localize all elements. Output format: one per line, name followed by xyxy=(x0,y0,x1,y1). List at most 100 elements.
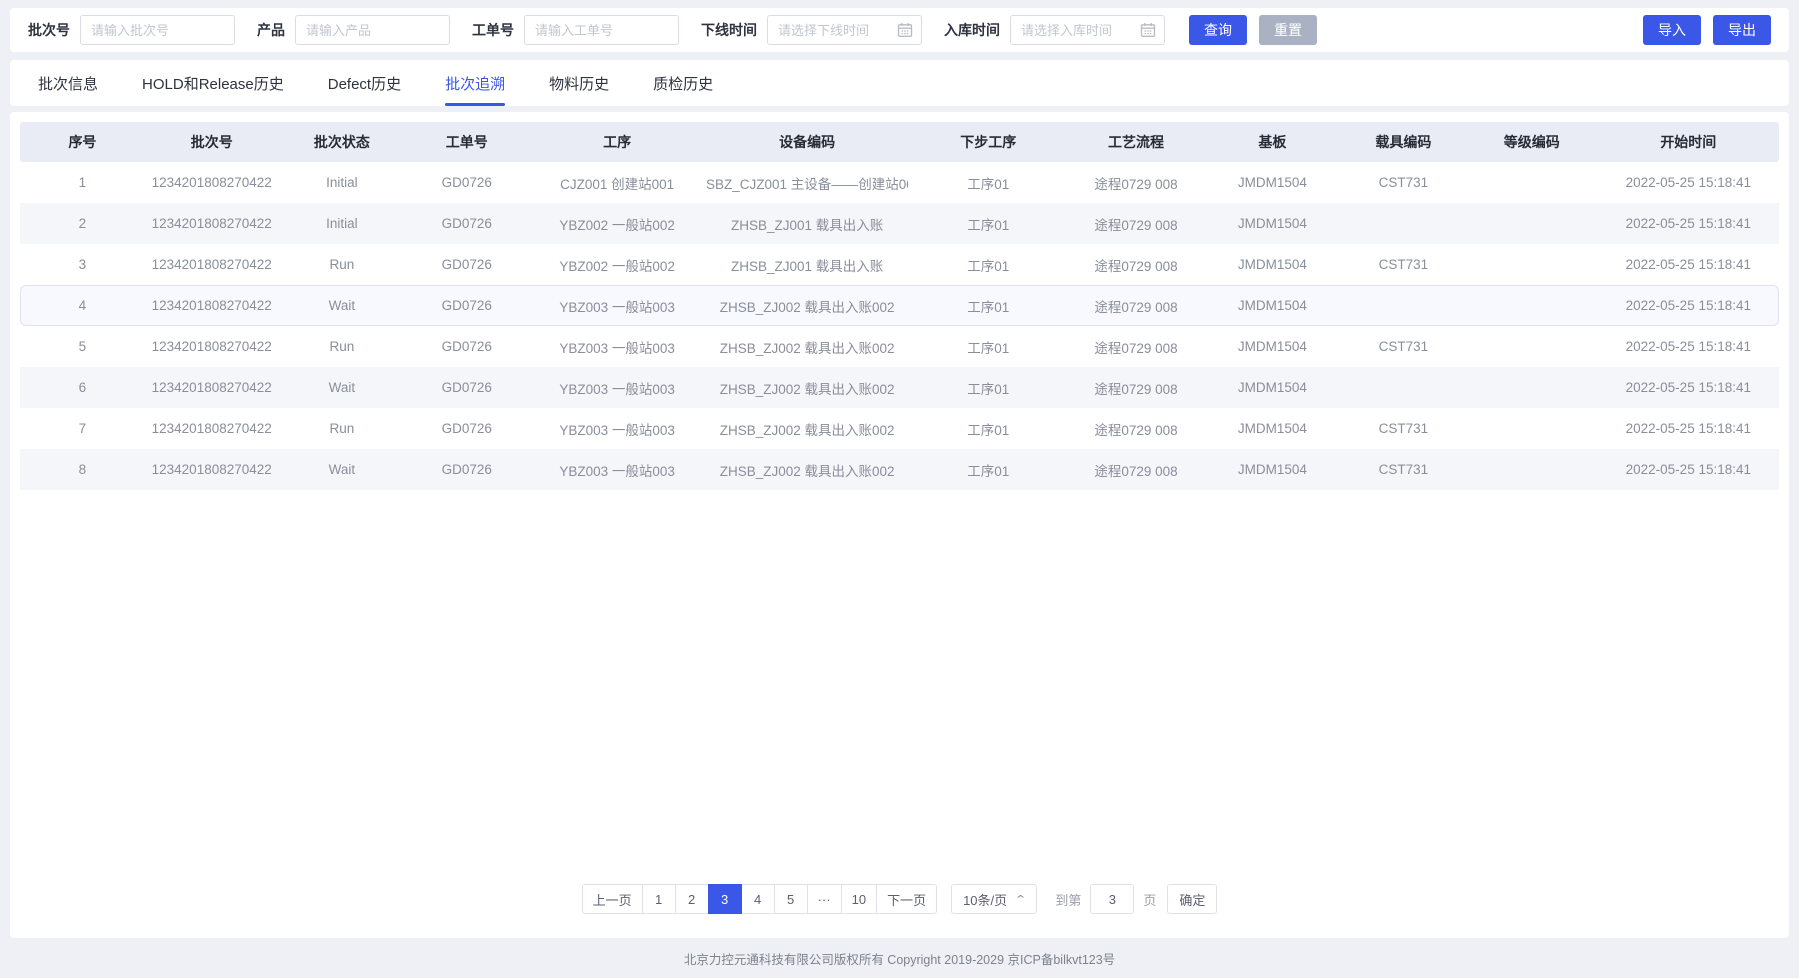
table-cell: 途程0729 008 xyxy=(1068,337,1203,357)
table-cell: 2022-05-25 15:18:41 xyxy=(1598,421,1779,436)
table-cell: 2022-05-25 15:18:41 xyxy=(1598,257,1779,272)
page-button-3[interactable]: 3 xyxy=(708,884,742,914)
filter-field-product: 产品 xyxy=(257,15,450,45)
table-row[interactable]: 31234201808270422RunGD0726YBZ002 一般站002Z… xyxy=(20,244,1779,285)
table-cell: CJZ001 创建站001 xyxy=(528,173,706,193)
tab-hold-release-history[interactable]: HOLD和Release历史 xyxy=(142,60,284,106)
inbound-time-label: 入库时间 xyxy=(944,20,1000,40)
page-button-2[interactable]: 2 xyxy=(675,884,709,914)
more-pages-button[interactable]: ··· xyxy=(807,884,842,914)
table-cell: 工序01 xyxy=(908,378,1068,398)
table-cell: Run xyxy=(279,421,406,436)
tab-batch-info[interactable]: 批次信息 xyxy=(38,60,98,106)
table-cell: 1 xyxy=(20,175,145,190)
table-cell: YBZ003 一般站003 xyxy=(528,460,706,480)
table-cell: GD0726 xyxy=(405,175,528,190)
tab-defect-history[interactable]: Defect历史 xyxy=(328,60,401,106)
tab-bar: 批次信息 HOLD和Release历史 Defect历史批次追溯物料历史质检历史 xyxy=(10,60,1789,106)
column-header: 序号 xyxy=(20,132,145,152)
table-cell: Initial xyxy=(279,175,406,190)
table-cell: 4 xyxy=(20,298,145,313)
page-button-10[interactable]: 10 xyxy=(841,884,877,914)
table-cell: YBZ002 一般站002 xyxy=(528,255,706,275)
table-cell: 工序01 xyxy=(908,337,1068,357)
table-cell: JMDM1504 xyxy=(1204,175,1341,190)
filter-field-batch-no: 批次号 xyxy=(28,15,235,45)
table-cell: ZHSB_ZJ002 载具出入账002 xyxy=(706,460,908,480)
page-button-1[interactable]: 1 xyxy=(642,884,676,914)
table-cell: YBZ003 一般站003 xyxy=(528,337,706,357)
tab-material-history[interactable]: 物料历史 xyxy=(549,60,609,106)
table-cell: 工序01 xyxy=(908,255,1068,275)
table-cell: CST731 xyxy=(1341,421,1466,436)
table-cell: ZHSB_ZJ002 载具出入账002 xyxy=(706,296,908,316)
batch-no-input[interactable] xyxy=(80,15,235,45)
goto-page-input[interactable] xyxy=(1090,884,1134,914)
table-cell: 1234201808270422 xyxy=(145,421,279,436)
table-row[interactable]: 41234201808270422WaitGD0726YBZ003 一般站003… xyxy=(20,285,1779,326)
table-cell: 途程0729 008 xyxy=(1068,460,1203,480)
page-size-select[interactable]: 10条/页 ⌃ xyxy=(951,884,1037,914)
column-header: 批次号 xyxy=(145,132,279,152)
column-header: 工单号 xyxy=(405,132,528,152)
table-cell: Wait xyxy=(279,380,406,395)
table-row[interactable]: 81234201808270422WaitGD0726YBZ003 一般站003… xyxy=(20,449,1779,490)
calendar-icon xyxy=(897,22,913,38)
table-row[interactable]: 21234201808270422InitialGD0726YBZ002 一般站… xyxy=(20,203,1779,244)
reset-button[interactable]: 重置 xyxy=(1259,15,1317,45)
table-cell: 途程0729 008 xyxy=(1068,214,1203,234)
filter-bar: 批次号 产品 工单号 下线时间 入库时间 xyxy=(10,8,1789,52)
import-button[interactable]: 导入 xyxy=(1643,15,1701,45)
table-row[interactable]: 11234201808270422InitialGD0726CJZ001 创建站… xyxy=(20,162,1779,203)
table-header-row: 序号批次号批次状态工单号工序设备编码下步工序工艺流程基板载具编码等级编码开始时间 xyxy=(20,122,1779,162)
next-page-button[interactable]: 下一页 xyxy=(876,884,937,914)
table-cell: Wait xyxy=(279,462,406,477)
table-cell: CST731 xyxy=(1341,462,1466,477)
column-header: 设备编码 xyxy=(706,132,908,152)
table-cell: GD0726 xyxy=(405,298,528,313)
table-cell: YBZ003 一般站003 xyxy=(528,378,706,398)
page-button-5[interactable]: 5 xyxy=(774,884,808,914)
table-row[interactable]: 71234201808270422RunGD0726YBZ003 一般站003Z… xyxy=(20,408,1779,449)
goto-page: 到第 页 确定 xyxy=(1055,884,1217,914)
table-cell: SBZ_CJZ001 主设备——创建站001 xyxy=(706,173,908,193)
table-cell: 工序01 xyxy=(908,214,1068,234)
table-cell: 途程0729 008 xyxy=(1068,173,1203,193)
goto-confirm-button[interactable]: 确定 xyxy=(1167,884,1217,914)
product-input[interactable] xyxy=(295,15,450,45)
column-header: 工艺流程 xyxy=(1068,132,1203,152)
table-cell: GD0726 xyxy=(405,462,528,477)
table-cell: 6 xyxy=(20,380,145,395)
product-label: 产品 xyxy=(257,20,285,40)
tab-batch-trace[interactable]: 批次追溯 xyxy=(445,60,505,106)
search-button[interactable]: 查询 xyxy=(1189,15,1247,45)
table-cell: 2 xyxy=(20,216,145,231)
work-order-label: 工单号 xyxy=(472,20,514,40)
work-order-input[interactable] xyxy=(524,15,679,45)
table-cell: GD0726 xyxy=(405,380,528,395)
table-cell: YBZ002 一般站002 xyxy=(528,214,706,234)
table-cell: Initial xyxy=(279,216,406,231)
chevron-up-icon: ⌃ xyxy=(1014,893,1027,906)
table-cell: GD0726 xyxy=(405,257,528,272)
batch-no-label: 批次号 xyxy=(28,20,70,40)
page-size-label: 10条/页 xyxy=(963,890,1007,909)
table-row[interactable]: 51234201808270422RunGD0726YBZ003 一般站003Z… xyxy=(20,326,1779,367)
table-cell: 1234201808270422 xyxy=(145,257,279,272)
table-cell: CST731 xyxy=(1341,175,1466,190)
page-button-4[interactable]: 4 xyxy=(741,884,775,914)
copyright-footer: 北京力控元通科技有限公司版权所有 Copyright 2019-2029 京IC… xyxy=(0,938,1799,968)
batch-trace-panel: 序号批次号批次状态工单号工序设备编码下步工序工艺流程基板载具编码等级编码开始时间… xyxy=(10,112,1789,938)
export-button[interactable]: 导出 xyxy=(1713,15,1771,45)
column-header: 下步工序 xyxy=(908,132,1068,152)
table-cell: ZHSB_ZJ002 载具出入账002 xyxy=(706,337,908,357)
tab-qc-history[interactable]: 质检历史 xyxy=(653,60,713,106)
table-cell: JMDM1504 xyxy=(1204,339,1341,354)
table-cell: 2022-05-25 15:18:41 xyxy=(1598,462,1779,477)
table-cell: 工序01 xyxy=(908,173,1068,193)
table-cell: GD0726 xyxy=(405,421,528,436)
table-cell: JMDM1504 xyxy=(1204,216,1341,231)
offline-time-label: 下线时间 xyxy=(701,20,757,40)
table-row[interactable]: 61234201808270422WaitGD0726YBZ003 一般站003… xyxy=(20,367,1779,408)
prev-page-button[interactable]: 上一页 xyxy=(582,884,643,914)
